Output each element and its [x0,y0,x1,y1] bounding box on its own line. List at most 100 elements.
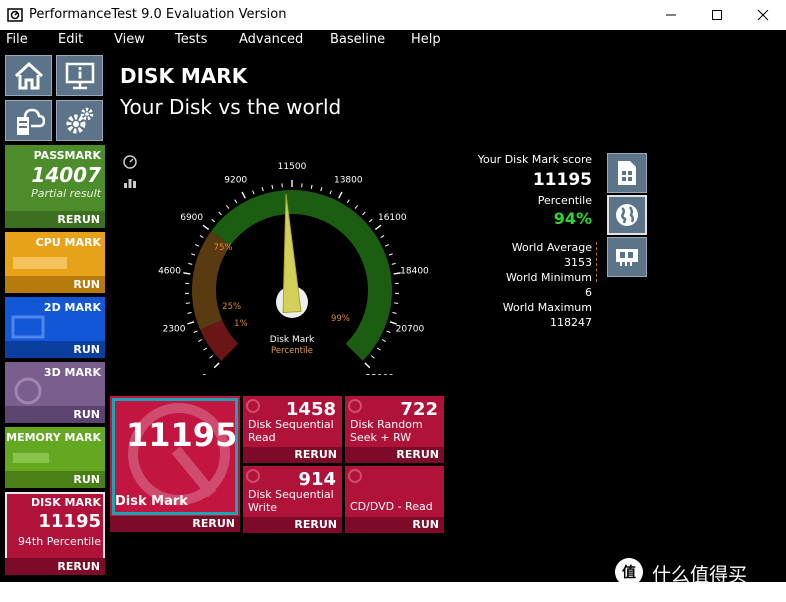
menu-edit[interactable]: Edit [58,32,83,47]
maximize-icon [712,10,722,20]
memory-mark-card[interactable]: MEMORY MARK RUN [5,427,105,488]
app-icon [7,8,23,22]
2d-mark-card[interactable]: 2D MARK RUN [5,297,105,358]
gauge-percentile-label: 25% [222,302,241,312]
close-button[interactable] [740,0,786,30]
menu-tests[interactable]: Tests [175,32,207,47]
settings-button[interactable] [56,100,103,141]
maximize-button[interactable] [694,0,740,30]
your-score-value: 11195 [532,170,592,190]
gauge-tick-label: 9200 [224,176,247,186]
cdrom-run-button[interactable]: RUN [345,517,444,533]
random-seek-tile[interactable]: 722 Disk Random Seek + RW RERUN [345,396,444,463]
gauge-tick-mark [199,235,204,238]
system-info-button[interactable] [56,55,103,96]
disk-percentile-note: 94th Percentile [17,535,101,548]
3d-mark-card[interactable]: 3D MARK RUN [5,362,105,423]
gauge-tick-mark [234,199,238,204]
seq-write-name: Disk Sequential Write [248,488,334,514]
gauge-tick-mark [374,224,382,231]
2d-run-button[interactable]: RUN [5,341,105,358]
disk-mark-tile-rerun-button[interactable]: RERUN [110,516,240,532]
menu-file[interactable]: File [6,32,28,47]
disk-small-icon [348,399,362,413]
disk-rerun-label: RERUN [57,560,100,573]
gauge-tick-mark [384,243,390,247]
chart-style-icon[interactable] [123,175,137,189]
disk-rerun-button[interactable]: RERUN [5,558,105,575]
cpu-run-button[interactable]: RUN [5,276,105,293]
gauge-tick-label: 6900 [180,213,203,223]
gauge-tick-mark [188,262,193,265]
menu-view[interactable]: View [114,32,145,47]
window-title: PerformanceTest 9.0 Evaluation Version [29,7,287,22]
world-compare-button[interactable] [607,195,647,235]
menu-advanced[interactable]: Advanced [239,32,303,47]
menu-baseline[interactable]: Baseline [330,32,385,47]
gauge-tick-label: 13800 [334,176,363,186]
world-minimum-value: 6 [585,286,592,299]
gauge-tick-mark [394,302,399,304]
passmark-rerun-button[interactable]: RERUN [5,211,105,228]
passmark-label: PASSMARK [33,149,101,162]
gauge-tick-label: 0 [201,374,207,375]
menu-help[interactable]: Help [411,32,441,47]
main-content: PASSMARK 14007 Partial result RERUN CPU … [0,50,786,586]
status-bar [0,582,786,602]
disk-mark-gauge: 0 2300 4600 6900 9200 11500 13800 16100 18400 207… [158,162,429,375]
cpu-run-label: RUN [73,278,100,291]
seq-read-tile[interactable]: 1458 Disk Sequential Read RERUN [243,396,342,463]
seq-write-rerun-label: RERUN [294,518,337,531]
gauge-tick-mark [320,187,323,192]
gauge-tick-mark [380,235,385,238]
seq-read-rerun-button[interactable]: RERUN [243,447,342,463]
gauge-tick-mark [382,339,387,342]
gauge-tick-mark [338,191,343,199]
hardware-compare-button[interactable] [607,237,647,277]
gauge-tick-label: 11500 [278,162,307,172]
disk-mark-tile-name: Disk Mark [115,494,188,509]
gauge-band-low [200,319,239,361]
3d-run-button[interactable]: RUN [5,406,105,423]
gauge-tick-mark [187,321,195,325]
gauge-tick-mark [391,262,396,265]
gauge-tick-label: 16100 [378,213,407,223]
home-button[interactable] [5,55,52,96]
gauge-tick-mark [252,190,255,195]
disk-mark-tile[interactable]: 11195 Disk Mark RERUN [110,396,240,532]
seq-read-rerun-label: RERUN [294,448,337,461]
random-seek-rerun-button[interactable]: RERUN [345,447,444,463]
disk-mark-label: DISK MARK [31,496,101,509]
cpu-mark-card[interactable]: CPU MARK RUN [5,232,105,293]
gauge-tick-label: 18400 [400,267,429,277]
seq-write-tile[interactable]: 914 Disk Sequential Write RERUN [243,466,342,533]
gauge-tick-mark [226,205,230,209]
export-report-button[interactable] [607,153,647,193]
minimize-icon [666,14,676,16]
disk-mark-card[interactable]: DISK MARK 11195 94th Percentile RERUN [5,492,105,575]
gauge-tick-mark [271,184,274,189]
passmark-note: Partial result [31,187,101,200]
gauge-tick-mark [209,355,213,359]
memory-run-button[interactable]: RUN [5,471,105,488]
cpu-chip-icon [13,257,67,269]
gauge-center-sublabel: Percentile [271,346,313,356]
passmark-card[interactable]: PASSMARK 14007 Partial result RERUN [5,145,105,228]
gauge-tick-mark [364,362,371,369]
cdrom-read-tile[interactable]: CD/DVD - Read RUN [345,466,444,533]
world-average-value: 3153 [564,256,592,269]
gauge-style-icon[interactable] [123,155,137,169]
seq-write-rerun-button[interactable]: RERUN [243,517,342,533]
memory-module-icon [13,453,49,463]
gears-icon [66,107,93,133]
gauge-tick-mark [392,311,397,314]
gauge-tick-mark [362,211,366,216]
gauge-tick-mark [310,184,313,189]
minimize-button[interactable] [648,0,694,30]
range-divider [596,242,597,282]
3d-graphics-icon [14,377,42,405]
gauge-center-label: Disk Mark [270,335,315,345]
gauge-tick-mark [193,330,198,333]
cloud-results-button[interactable] [5,100,52,141]
gauge-tick-mark [197,339,202,342]
